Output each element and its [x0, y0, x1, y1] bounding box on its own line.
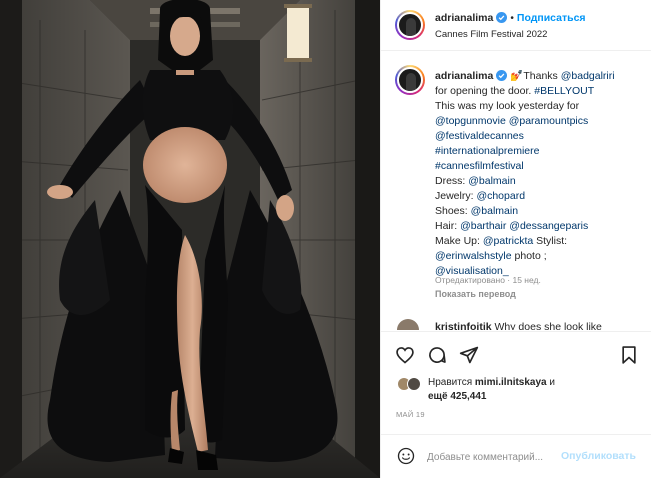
- caption-label: Make Up:: [435, 235, 483, 247]
- bookmark-icon[interactable]: [619, 345, 639, 365]
- caption-text-fragment: This was my look yesterday for: [435, 100, 580, 112]
- likes-count-link[interactable]: ещё 425,441: [428, 391, 487, 402]
- likes-text: Нравится mimi.ilnitskaya и ещё 425,441: [428, 376, 633, 404]
- comment-icon[interactable]: [427, 345, 447, 365]
- mention-link[interactable]: @barthair: [460, 220, 506, 232]
- mention-link[interactable]: @topgunmovie: [435, 115, 506, 127]
- comment-body: Why does she look like: [494, 321, 602, 330]
- heart-icon[interactable]: [395, 345, 415, 365]
- action-bar: [381, 331, 651, 376]
- post-side-panel: adrianalima • Подписаться Cannes Film Fest…: [380, 0, 651, 478]
- caption-author-username[interactable]: adrianalima: [435, 70, 493, 82]
- edited-timestamp[interactable]: Отредактировано · 15 нед.: [435, 275, 541, 285]
- share-icon[interactable]: [459, 345, 479, 365]
- mention-link[interactable]: @chopard: [476, 190, 525, 202]
- hashtag-link[interactable]: #cannesfilmfestival: [435, 160, 524, 172]
- author-avatar[interactable]: [395, 10, 425, 40]
- caption-text: adrianalima 💅Thanks @badgalriri for open…: [435, 69, 645, 279]
- post-image: [0, 0, 380, 478]
- likes-prefix: Нравится: [428, 377, 475, 388]
- likes-more-label: ещё: [428, 391, 451, 402]
- mention-link[interactable]: @festivaldecannes: [435, 130, 524, 142]
- post-date[interactable]: МАЙ 19: [396, 410, 425, 419]
- verified-badge-icon: [496, 70, 508, 81]
- commenter-username[interactable]: kristinfoitik: [435, 321, 492, 330]
- hashtag-link[interactable]: #internationalpremiere: [435, 145, 539, 157]
- post-location[interactable]: Cannes Film Festival 2022: [435, 29, 547, 40]
- author-username[interactable]: adrianalima: [435, 12, 493, 24]
- comment-item: kristinfoitik Why does she look like: [381, 316, 651, 330]
- post-header: adrianalima • Подписаться Cannes Film Fest…: [381, 0, 651, 51]
- mention-link[interactable]: @patrickta: [483, 235, 533, 247]
- mention-link[interactable]: @balmain: [471, 205, 518, 217]
- mention-link[interactable]: @badgalriri: [561, 70, 615, 82]
- caption-label: Jewelry:: [435, 190, 477, 202]
- hashtag-link[interactable]: #BELLYOUT: [534, 85, 594, 97]
- instagram-post-modal: adrianalima • Подписаться Cannes Film Fest…: [0, 0, 651, 478]
- likes-summary: Нравится mimi.ilnitskaya и ещё 425,441: [381, 374, 651, 406]
- liker-avatars[interactable]: [397, 376, 423, 392]
- caption-text-fragment: for opening the door.: [435, 85, 535, 97]
- add-comment-bar: Опубликовать: [381, 434, 651, 478]
- verified-badge-icon: [496, 12, 508, 23]
- mention-link[interactable]: @erinwalshstyle: [435, 250, 512, 262]
- separator-dot: •: [510, 13, 514, 24]
- mention-link[interactable]: @dessangeparis: [509, 220, 588, 232]
- show-translation-button[interactable]: Показать перевод: [435, 289, 516, 299]
- nail-emoji: 💅: [510, 70, 524, 82]
- caption-text-fragment: Thanks: [523, 70, 561, 82]
- emoji-icon[interactable]: [397, 447, 415, 465]
- caption-label: photo ;: [511, 250, 547, 262]
- comment-text: kristinfoitik Why does she look like: [435, 321, 602, 330]
- caption-label: Stylist:: [533, 235, 568, 247]
- caption-label: Shoes:: [435, 205, 471, 217]
- comment-input[interactable]: [427, 449, 577, 465]
- caption-label: Hair:: [435, 220, 461, 232]
- caption-author-avatar[interactable]: [395, 65, 425, 95]
- mention-link[interactable]: @balmain: [468, 175, 515, 187]
- mention-link[interactable]: @paramountpics: [509, 115, 589, 127]
- caption-section: adrianalima 💅Thanks @badgalriri for open…: [381, 51, 651, 316]
- liker-username[interactable]: mimi.ilnitskaya: [475, 377, 547, 388]
- caption-label: Dress:: [435, 175, 469, 187]
- publish-button[interactable]: Опубликовать: [561, 450, 636, 462]
- commenter-avatar[interactable]: [397, 319, 419, 330]
- author-line: adrianalima • Подписаться: [435, 12, 586, 24]
- follow-button[interactable]: Подписаться: [517, 12, 586, 24]
- post-photo[interactable]: [0, 0, 380, 478]
- liker-avatar: [407, 377, 421, 391]
- likes-count: 425,441: [450, 391, 487, 402]
- likes-conjunction: и: [546, 377, 555, 388]
